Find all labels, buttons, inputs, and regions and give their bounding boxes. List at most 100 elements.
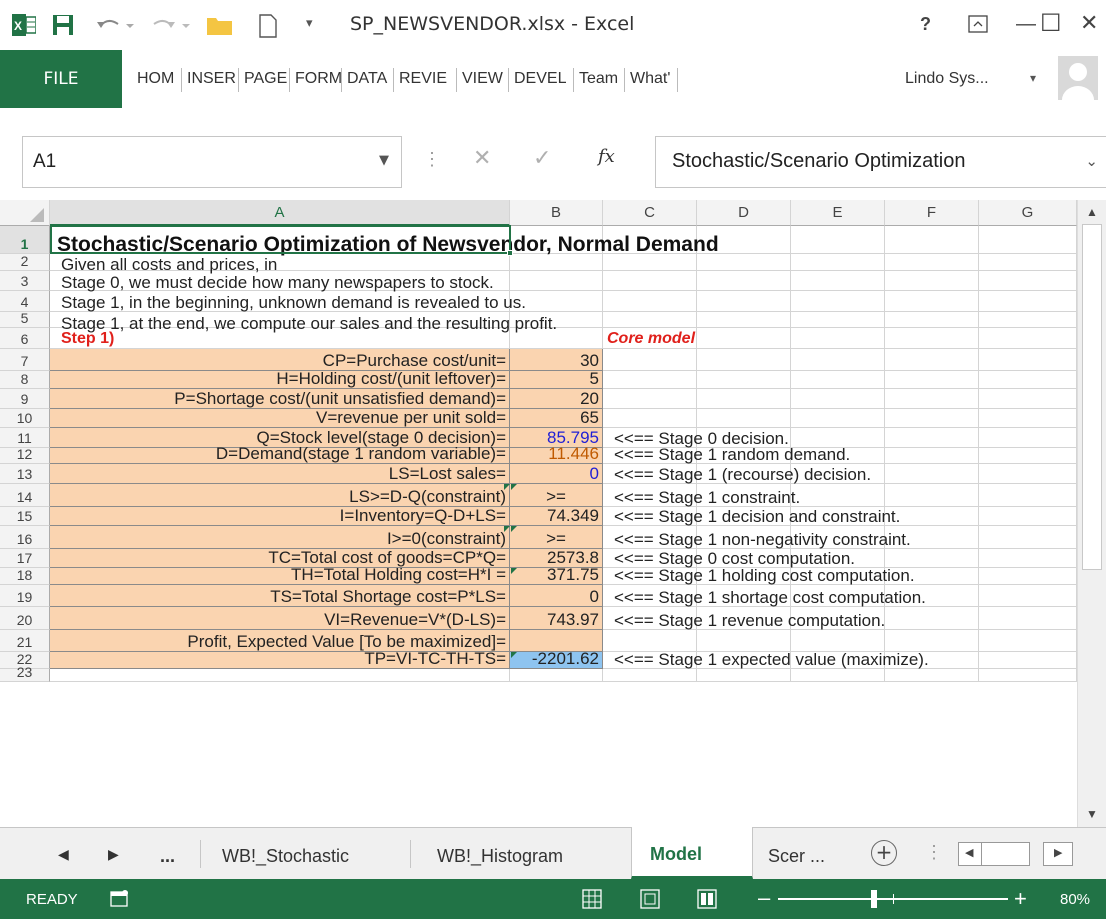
new-file-icon[interactable] xyxy=(258,14,278,38)
parameter-value[interactable]: 5 xyxy=(510,370,603,389)
cell[interactable] xyxy=(979,371,1077,389)
parameter-value[interactable]: 743.97 xyxy=(510,607,603,630)
ribbon-display-icon[interactable] xyxy=(968,14,988,34)
column-header-c[interactable]: C xyxy=(603,200,697,226)
cell[interactable] xyxy=(885,349,979,371)
tab-team[interactable]: Team xyxy=(579,70,618,88)
sheet-tab-wb-stochastic[interactable]: WB!_Stochastic xyxy=(222,846,349,867)
cell[interactable] xyxy=(885,464,979,484)
parameter-value[interactable]: 371.75 xyxy=(510,566,603,585)
zoom-level[interactable]: 80% xyxy=(1060,891,1090,908)
row-header[interactable]: 6 xyxy=(0,328,50,349)
cell[interactable] xyxy=(791,484,885,507)
cell[interactable] xyxy=(603,630,697,652)
cell[interactable] xyxy=(603,271,697,291)
account-dropdown-icon[interactable]: ▾ xyxy=(1030,72,1036,84)
cell[interactable] xyxy=(885,371,979,389)
zoom-in-icon[interactable]: + xyxy=(1014,886,1027,912)
cell[interactable] xyxy=(697,291,791,312)
parameter-value[interactable]: 30 xyxy=(510,349,603,371)
cell[interactable] xyxy=(885,389,979,409)
cell[interactable] xyxy=(50,669,510,682)
tab-page-layout[interactable]: PAGE xyxy=(244,70,287,88)
cell[interactable] xyxy=(510,669,603,682)
cell[interactable] xyxy=(979,409,1077,428)
enter-icon[interactable]: ✓ xyxy=(533,146,551,171)
cell[interactable] xyxy=(697,328,791,349)
row-header[interactable]: 17 xyxy=(0,549,50,568)
cell[interactable] xyxy=(697,669,791,682)
column-header-b[interactable]: B xyxy=(510,200,603,226)
parameter-value[interactable]: >= xyxy=(510,526,603,549)
cell[interactable] xyxy=(979,226,1077,254)
formula-input[interactable]: Stochastic/Scenario Optimization ⌄ xyxy=(655,136,1106,188)
cell[interactable] xyxy=(603,409,697,428)
row-header[interactable]: 3 xyxy=(0,271,50,291)
row-header[interactable]: 21 xyxy=(0,630,50,652)
row-header[interactable]: 9 xyxy=(0,389,50,409)
cell[interactable] xyxy=(885,226,979,254)
cell[interactable] xyxy=(885,630,979,652)
column-header-f[interactable]: F xyxy=(885,200,979,226)
account-name[interactable]: Lindo Sys... xyxy=(905,70,989,88)
row-header[interactable]: 16 xyxy=(0,526,50,549)
cell[interactable] xyxy=(885,409,979,428)
parameter-value[interactable]: 0 xyxy=(510,464,603,484)
more-sheets-ellipsis[interactable]: ... xyxy=(160,846,175,867)
row-header[interactable]: 18 xyxy=(0,567,50,585)
minimize-icon[interactable]: — xyxy=(1016,14,1036,34)
scroll-down-icon[interactable]: ▼ xyxy=(1086,808,1098,820)
cell[interactable] xyxy=(979,526,1077,549)
cell[interactable] xyxy=(791,312,885,328)
cell[interactable] xyxy=(791,409,885,428)
cell[interactable] xyxy=(979,585,1077,607)
avatar[interactable] xyxy=(1058,56,1098,100)
tab-data[interactable]: DATA xyxy=(347,70,387,88)
cell[interactable] xyxy=(979,507,1077,526)
cell[interactable] xyxy=(510,254,603,271)
row-header[interactable]: 2 xyxy=(0,253,50,271)
scrollbar-thumb[interactable] xyxy=(1082,224,1102,570)
file-tab[interactable]: FILE xyxy=(0,50,122,108)
cell[interactable] xyxy=(510,271,603,291)
tab-what-if[interactable]: What' xyxy=(630,70,670,88)
close-icon[interactable]: ✕ xyxy=(1080,12,1098,34)
fill-handle[interactable] xyxy=(507,250,513,256)
cell[interactable] xyxy=(603,254,697,271)
tab-formulas[interactable]: FORM xyxy=(295,70,342,88)
cell[interactable] xyxy=(885,312,979,328)
tab-split-grip-icon[interactable]: ⋮ xyxy=(925,842,943,863)
undo-icon[interactable] xyxy=(96,14,136,36)
row-header[interactable]: 15 xyxy=(0,507,50,526)
row-header[interactable]: 8 xyxy=(0,371,50,389)
maximize-icon[interactable]: ☐ xyxy=(1040,12,1062,36)
cell[interactable] xyxy=(979,349,1077,371)
row-header[interactable]: 10 xyxy=(0,409,50,428)
parameter-value[interactable]: 74.349 xyxy=(510,507,603,526)
cell[interactable] xyxy=(885,484,979,507)
cell[interactable] xyxy=(791,349,885,371)
vertical-scrollbar[interactable]: ▲ ▼ xyxy=(1077,200,1106,827)
sheet-tab-model[interactable]: Model xyxy=(631,827,753,879)
cell[interactable] xyxy=(603,312,697,328)
row-header[interactable]: 11 xyxy=(0,428,50,448)
parameter-value[interactable]: >= xyxy=(510,484,603,507)
expand-formula-icon[interactable]: ⌄ xyxy=(1085,152,1098,170)
cell[interactable] xyxy=(979,254,1077,271)
cell[interactable] xyxy=(979,389,1077,409)
cell[interactable] xyxy=(697,349,791,371)
cell[interactable] xyxy=(603,349,697,371)
tab-insert[interactable]: INSER xyxy=(187,70,236,88)
sheet-tab-wb-histogram[interactable]: WB!_Histogram xyxy=(437,846,563,867)
cell[interactable] xyxy=(885,328,979,349)
scroll-up-icon[interactable]: ▲ xyxy=(1086,206,1098,218)
cell[interactable] xyxy=(697,271,791,291)
cell[interactable] xyxy=(603,389,697,409)
sheet-tab-scenario[interactable]: Scer ... xyxy=(768,846,825,867)
row-header[interactable]: 13 xyxy=(0,464,50,484)
cell[interactable] xyxy=(697,371,791,389)
customize-qat-icon[interactable]: ▾ xyxy=(306,16,313,29)
cell[interactable] xyxy=(885,254,979,271)
name-box-dropdown-icon[interactable]: ▼ xyxy=(379,153,389,168)
cell[interactable] xyxy=(697,312,791,328)
